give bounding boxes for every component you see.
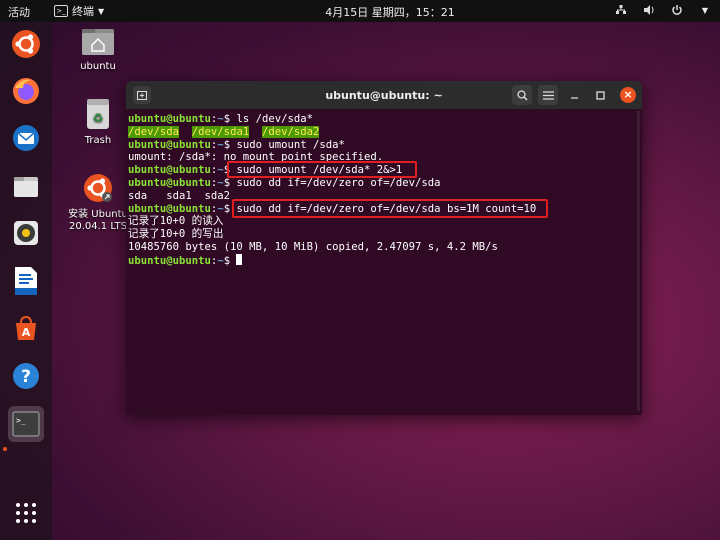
dock-software[interactable]: A [8,310,44,346]
desktop-install-ubuntu[interactable]: 安装 Ubuntu 20.04.1 LTS [63,172,133,233]
trash-icon: ♻ [87,99,109,129]
minimize-icon [570,96,578,99]
close-button[interactable]: × [620,87,636,103]
svg-text:A: A [22,326,31,339]
highlight-box-dd [232,199,548,218]
close-icon: × [623,88,633,101]
search-icon [516,89,528,101]
text-cursor [236,253,243,265]
running-indicator [3,447,7,451]
dock-help[interactable]: ? [8,358,44,394]
dock-writer[interactable] [8,263,44,299]
activities-button[interactable]: 活动 [8,4,30,20]
maximize-button[interactable] [590,85,610,105]
desktop-install-label-1: 安装 Ubuntu [68,209,128,220]
terminal-window[interactable]: ubuntu@ubuntu: ~ × ubuntu@ubuntu:~$ ls /… [126,81,642,415]
desktop-trash[interactable]: ♻ Trash [63,98,133,147]
search-button[interactable] [512,85,532,105]
terminal-line: ubuntu@ubuntu:~$ sudo dd if=/dev/zero of… [128,176,441,189]
dock-firefox[interactable] [8,73,44,109]
chevron-down-icon: ▼ [98,6,105,16]
app-grid-icon [16,503,36,523]
app-menu[interactable]: >_ 终端 ▼ [54,3,104,19]
terminal-line: ubuntu@ubuntu:~$ [128,253,640,268]
desktop-install-label-2: 20.04.1 LTS [69,221,127,232]
terminal-line: 10485760 bytes (10 MB, 10 MiB) copied, 2… [128,240,498,253]
software-icon: A [16,315,36,340]
dock: A ? >_ [0,22,52,540]
terminal-line: 记录了10+0 的写出 [128,228,224,241]
top-bar: 活动 >_ 终端 ▼ 4月15日 星期四，15：21 ▼ [0,0,720,22]
terminal-output[interactable]: ubuntu@ubuntu:~$ ls /dev/sda*/dev/sda /d… [126,109,642,272]
terminal-icon: >_ [12,411,40,437]
maximize-icon [595,90,605,100]
highlight-box-umount [227,161,417,178]
power-icon[interactable] [670,2,684,18]
firefox-icon [13,78,39,104]
minimize-button[interactable] [564,85,584,105]
help-icon: ? [13,363,39,389]
hamburger-menu-icon [542,90,554,100]
terminal-line: ubuntu@ubuntu:~$ sudo umount /sda* [128,138,345,151]
dock-app-grid[interactable] [8,495,44,531]
home-folder-icon [82,29,114,55]
terminal-small-icon: >_ [54,5,68,17]
dock-thunderbird[interactable] [8,120,44,156]
menu-button[interactable] [538,85,558,105]
desktop-home[interactable]: ubuntu [63,26,133,73]
desktop-home-label: ubuntu [80,61,116,72]
ubuntu-logo-icon [12,30,40,58]
chevron-down-icon[interactable]: ▼ [698,2,712,18]
files-icon [14,177,38,197]
network-icon[interactable] [614,2,628,18]
desktop-trash-label: Trash [84,135,112,146]
rhythmbox-icon [14,221,38,245]
writer-icon [15,267,37,295]
app-menu-label: 终端 [72,5,94,18]
dock-terminal[interactable]: >_ [8,406,44,442]
svg-text:♻: ♻ [93,111,104,125]
terminal-scrollbar[interactable] [637,111,640,411]
thunderbird-icon [13,125,39,151]
dock-files[interactable] [8,168,44,204]
terminal-line: ubuntu@ubuntu:~$ ls /dev/sda* [128,113,314,125]
terminal-line: /dev/sda /dev/sda1 /dev/sda2 [128,125,320,138]
clock[interactable]: 4月15日 星期四，15：21 [300,4,480,20]
dock-ubuntu[interactable] [8,26,44,62]
system-tray[interactable]: ▼ [614,2,712,18]
volume-icon[interactable] [642,2,656,18]
svg-text:?: ? [21,367,31,387]
install-ubuntu-icon [84,174,112,202]
terminal-titlebar[interactable]: ubuntu@ubuntu: ~ × [126,81,642,109]
dock-rhythmbox[interactable] [8,215,44,251]
svg-text:>_: >_ [16,416,26,425]
